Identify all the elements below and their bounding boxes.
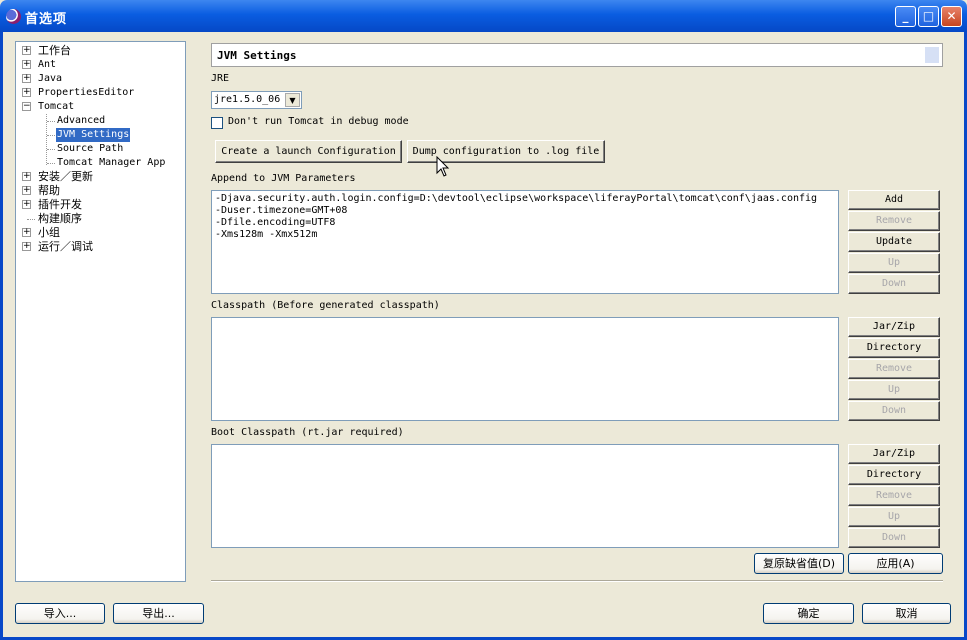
boot-jarzip-button[interactable]: Jar/Zip xyxy=(848,444,940,464)
page-header: JVM Settings xyxy=(211,43,943,67)
tree-item-build-order[interactable]: 构建顺序 xyxy=(16,212,185,226)
minimize-button[interactable]: _ xyxy=(895,6,916,27)
preference-tree[interactable]: + 工作台 + Ant + Java + PropertiesEditor − … xyxy=(15,41,186,582)
classpath-list[interactable] xyxy=(211,317,839,421)
tree-item-source-path[interactable]: Source Path xyxy=(16,142,185,156)
page-title: JVM Settings xyxy=(217,49,297,62)
cancel-button[interactable]: 取消 xyxy=(862,603,951,624)
tree-item-label: 运行／调试 xyxy=(38,240,93,253)
tree-item-label: PropertiesEditor xyxy=(38,87,135,98)
jvm-param-line: -Djava.security.auth.login.config=D:\dev… xyxy=(215,193,818,204)
jvm-param-line: -Xms128m -Xmx512m xyxy=(215,229,318,240)
mouse-cursor-icon xyxy=(436,156,450,177)
debug-mode-label: Don't run Tomcat in debug mode xyxy=(228,116,409,127)
tree-item-workbench[interactable]: + 工作台 xyxy=(16,44,185,58)
expand-icon[interactable]: + xyxy=(22,242,31,251)
update-button[interactable]: Update xyxy=(848,232,940,252)
close-button[interactable]: ✕ xyxy=(941,6,962,27)
tree-item-team[interactable]: + 小组 xyxy=(16,226,185,240)
boot-directory-button[interactable]: Directory xyxy=(848,465,940,485)
tree-item-run-debug[interactable]: + 运行／调试 xyxy=(16,240,185,254)
tree-item-label: 小组 xyxy=(38,226,60,239)
export-button[interactable]: 导出... xyxy=(113,603,204,624)
jre-label: JRE xyxy=(211,73,230,84)
tree-item-label: Advanced xyxy=(57,115,106,126)
header-decoration xyxy=(925,47,939,63)
tree-item-jvm-settings[interactable]: JVM Settings xyxy=(16,127,185,143)
jvm-param-line: -Duser.timezone=GMT+08 xyxy=(215,205,348,216)
window-titlebar[interactable]: 首选项 _ □ ✕ xyxy=(0,0,967,32)
tree-connector xyxy=(27,219,35,220)
tree-item-advanced[interactable]: Advanced xyxy=(16,114,185,128)
tree-item-label: 安装／更新 xyxy=(38,170,93,183)
import-button[interactable]: 导入... xyxy=(15,603,105,624)
classpath-directory-button[interactable]: Directory xyxy=(848,338,940,358)
jvm-param-line: -Dfile.encoding=UTF8 xyxy=(215,217,336,228)
ok-button[interactable]: 确定 xyxy=(763,603,854,624)
create-launch-config-button[interactable]: Create a launch Configuration xyxy=(215,140,402,163)
boot-remove-button[interactable]: Remove xyxy=(848,486,940,506)
tree-item-tomcat[interactable]: − Tomcat xyxy=(16,100,185,114)
expand-icon[interactable]: + xyxy=(22,186,31,195)
expand-icon[interactable]: + xyxy=(22,74,31,83)
boot-classpath-list[interactable] xyxy=(211,444,839,548)
tree-item-label: 插件开发 xyxy=(38,198,82,211)
close-icon: ✕ xyxy=(946,9,957,23)
expand-icon[interactable]: + xyxy=(22,88,31,97)
tree-item-properties-editor[interactable]: + PropertiesEditor xyxy=(16,86,185,100)
tree-item-label: Source Path xyxy=(57,143,124,154)
classpath-down-button[interactable]: Down xyxy=(848,401,940,421)
debug-mode-checkbox[interactable] xyxy=(211,117,223,129)
jvm-params-textarea[interactable]: -Djava.security.auth.login.config=D:\dev… xyxy=(211,190,839,294)
jre-select-value: jre1.5.0_06 xyxy=(214,94,281,105)
tree-item-plugin-dev[interactable]: + 插件开发 xyxy=(16,198,185,212)
tree-item-ant[interactable]: + Ant xyxy=(16,58,185,72)
separator xyxy=(211,580,943,582)
tree-item-tomcat-manager-app[interactable]: Tomcat Manager App xyxy=(16,156,185,170)
eclipse-icon xyxy=(6,9,21,24)
expand-icon[interactable]: + xyxy=(22,172,31,181)
chevron-down-icon[interactable]: ▼ xyxy=(285,93,300,107)
expand-icon[interactable]: + xyxy=(22,60,31,69)
up-button[interactable]: Up xyxy=(848,253,940,273)
classpath-jarzip-button[interactable]: Jar/Zip xyxy=(848,317,940,337)
minimize-icon: _ xyxy=(902,9,909,23)
boot-up-button[interactable]: Up xyxy=(848,507,940,527)
tree-item-label: 工作台 xyxy=(38,44,71,57)
tree-item-label: JVM Settings xyxy=(54,127,132,143)
tree-item-label: 帮助 xyxy=(38,184,60,197)
collapse-icon[interactable]: − xyxy=(22,102,31,111)
boot-down-button[interactable]: Down xyxy=(848,528,940,548)
tree-item-label: Java xyxy=(38,73,63,84)
tree-item-help[interactable]: + 帮助 xyxy=(16,184,185,198)
down-button[interactable]: Down xyxy=(848,274,940,294)
classpath-up-button[interactable]: Up xyxy=(848,380,940,400)
tree-item-java[interactable]: + Java xyxy=(16,72,185,86)
add-button[interactable]: Add xyxy=(848,190,940,210)
apply-button[interactable]: 应用(A) xyxy=(848,553,943,574)
expand-icon[interactable]: + xyxy=(22,46,31,55)
jvm-params-label: Append to JVM Parameters xyxy=(211,173,356,184)
classpath-label: Classpath (Before generated classpath) xyxy=(211,300,440,311)
expand-icon[interactable]: + xyxy=(22,200,31,209)
maximize-icon: □ xyxy=(922,9,935,23)
classpath-remove-button[interactable]: Remove xyxy=(848,359,940,379)
tree-item-label: Ant xyxy=(38,59,57,70)
jre-select[interactable]: jre1.5.0_06 ▼ xyxy=(211,91,302,109)
tree-item-label: 构建顺序 xyxy=(38,212,82,225)
expand-icon[interactable]: + xyxy=(22,228,31,237)
tree-item-install-update[interactable]: + 安装／更新 xyxy=(16,170,185,184)
tree-item-label: Tomcat xyxy=(38,101,75,112)
remove-button[interactable]: Remove xyxy=(848,211,940,231)
tree-item-label: Tomcat Manager App xyxy=(57,157,166,168)
maximize-button[interactable]: □ xyxy=(918,6,939,27)
restore-defaults-button[interactable]: 复原缺省值(D) xyxy=(754,553,844,574)
boot-classpath-label: Boot Classpath (rt.jar required) xyxy=(211,427,404,438)
window-title: 首选项 xyxy=(25,12,68,27)
